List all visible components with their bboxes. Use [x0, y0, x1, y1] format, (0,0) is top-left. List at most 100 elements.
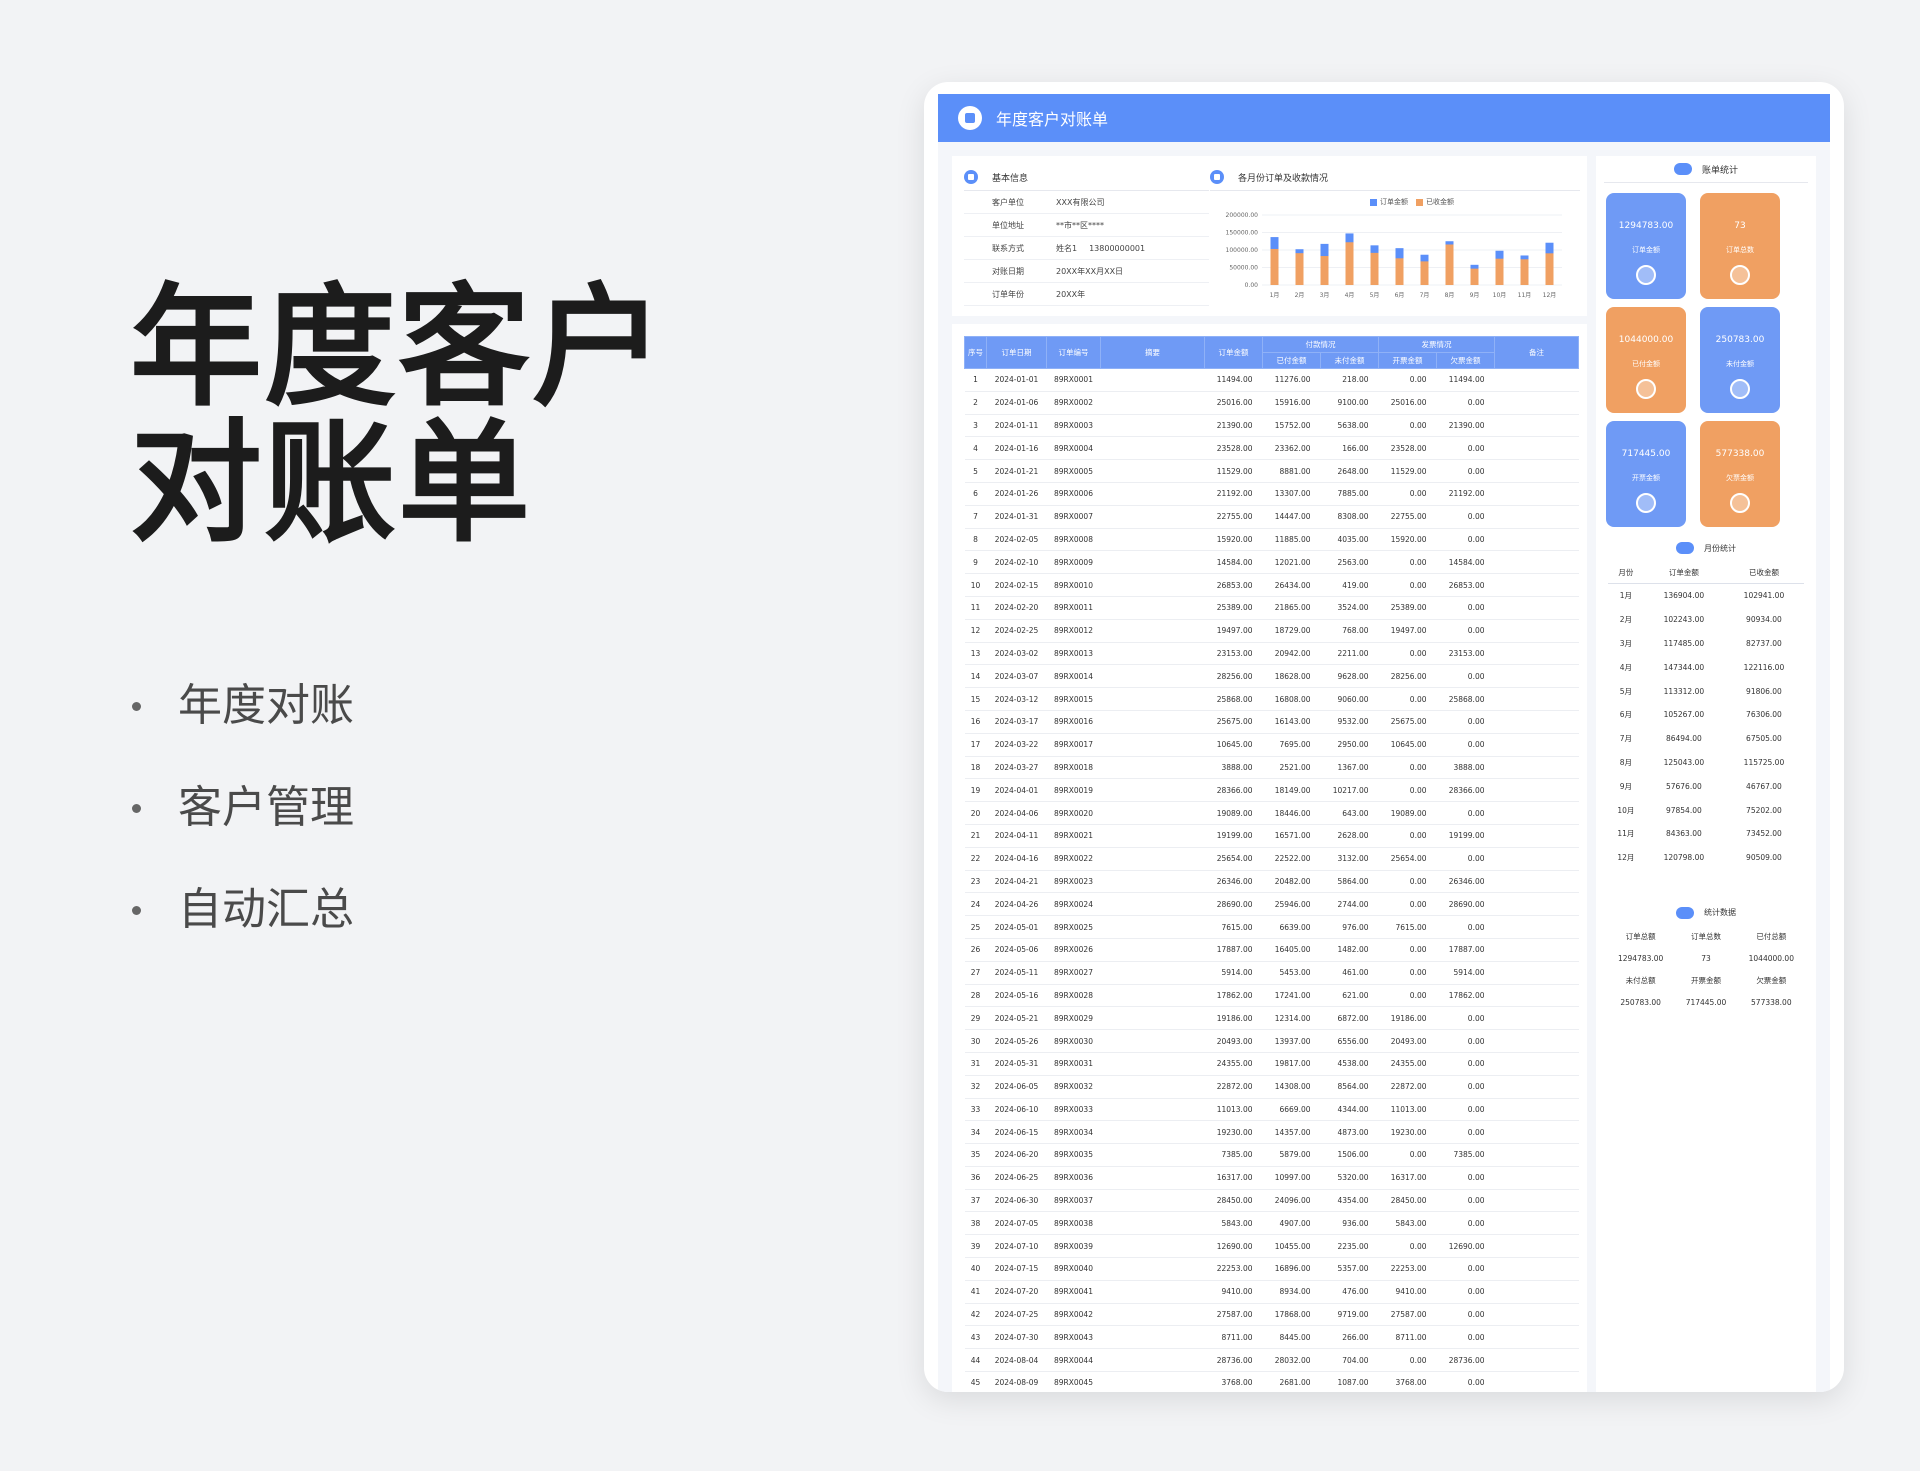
col-date: 订单日期	[986, 336, 1047, 369]
table-cell: 20942.00	[1262, 642, 1321, 666]
hero-title: 年度客户 对账单	[130, 280, 666, 552]
table-cell: 2024-06-20	[986, 1143, 1047, 1167]
table-cell: 4	[964, 436, 987, 461]
table-cell: 0.00	[1436, 801, 1495, 825]
table-cell: 28690.00	[1204, 892, 1263, 917]
table-cell: 89RX0042	[1046, 1303, 1101, 1327]
table-cell: 29	[964, 1006, 987, 1031]
table-cell: 28366.00	[1204, 778, 1263, 803]
table-cell	[1494, 642, 1579, 666]
monthly-cell: 125043.00	[1663, 757, 1705, 767]
table-cell	[1494, 550, 1579, 575]
table-cell: 5	[964, 459, 987, 483]
table-cell: 19186.00	[1204, 1006, 1263, 1031]
table-cell: 8881.00	[1262, 459, 1321, 483]
table-cell	[1100, 414, 1205, 438]
table-cell: 43	[964, 1325, 987, 1350]
table-row: 7 2024-01-31 89RX0007 22755.00 14447.00 8308.…	[964, 505, 1579, 529]
table-cell	[1494, 1166, 1579, 1190]
monthly-cell: 67505.00	[1746, 734, 1782, 744]
table-cell: 89RX0040	[1046, 1257, 1101, 1281]
table-cell: 25389.00	[1204, 596, 1263, 620]
table-cell: 976.00	[1320, 915, 1379, 939]
monthly-table: 月份 订单金额 已收金额 1月 136904.00 102941.00 2月 10224…	[1608, 561, 1804, 870]
table-cell: 24355.00	[1378, 1052, 1437, 1076]
chart-svg: 200000.00 150000.00 100000.00 50000.00 0.00 1…	[1226, 212, 1562, 299]
table-cell: 16	[964, 710, 987, 734]
table-cell: 2024-01-26	[986, 482, 1047, 506]
table-cell: 27587.00	[1378, 1303, 1437, 1327]
table-cell	[1100, 1234, 1205, 1259]
table-row: 26 2024-05-06 89RX0026 17887.00 16405.00 1482…	[964, 938, 1579, 962]
table-row: 35 2024-06-20 89RX0035 7385.00 5879.00 1506.0…	[964, 1143, 1579, 1167]
table-cell: 11013.00	[1204, 1098, 1263, 1122]
table-cell: 10455.00	[1262, 1234, 1321, 1259]
monthly-row: 6月 105267.00 76306.00	[1608, 703, 1804, 727]
table-cell: 2024-06-15	[986, 1120, 1047, 1145]
table-cell: 2211.00	[1320, 642, 1379, 666]
col-order-no: 订单编号	[1046, 336, 1101, 369]
x-tick-label: 4月	[1345, 292, 1355, 299]
info-row: 对账日期 20XX年XX月XX日	[964, 260, 1209, 283]
monthly-cell: 75202.00	[1746, 805, 1782, 815]
table-cell	[1494, 1325, 1579, 1350]
table-row: 16 2024-03-17 89RX0016 25675.00 16143.00 9532…	[964, 710, 1579, 734]
table-cell: 2024-04-06	[986, 801, 1047, 825]
table-cell	[1100, 1006, 1205, 1031]
table-cell: 28366.00	[1436, 778, 1495, 803]
table-row: 19 2024-04-01 89RX0019 28366.00 18149.00 1021…	[964, 778, 1579, 803]
table-cell	[1494, 710, 1579, 734]
table-cell: 0.00	[1378, 892, 1437, 917]
table-cell: 0.00	[1436, 596, 1495, 620]
table-cell: 0.00	[1436, 1098, 1495, 1122]
table-cell: 5864.00	[1320, 870, 1379, 894]
col-owed: 欠票金额	[1436, 352, 1495, 369]
stat-card: 1294783.00 订单金额	[1606, 193, 1686, 299]
table-row: 1 2024-01-01 89RX0001 11494.00 11276.00 218.0…	[964, 368, 1579, 392]
bar-received-amount	[1295, 253, 1304, 285]
table-cell: 768.00	[1320, 619, 1379, 643]
table-row: 21 2024-04-11 89RX0021 19199.00 16571.00 2628…	[964, 824, 1579, 848]
stat-card-value: 717445.00	[1621, 449, 1671, 459]
table-cell: 19497.00	[1204, 619, 1263, 643]
table-cell: 0.00	[1378, 1143, 1437, 1167]
table-cell: 23528.00	[1378, 436, 1437, 461]
table-row: 4 2024-01-16 89RX0004 23528.00 23362.00 166.0…	[964, 436, 1579, 461]
table-row: 39 2024-07-10 89RX0039 12690.00 10455.00 2235…	[964, 1234, 1579, 1259]
table-cell	[1100, 1348, 1205, 1373]
table-cell: 8308.00	[1320, 505, 1379, 529]
table-cell: 20482.00	[1262, 870, 1321, 894]
table-row: 43 2024-07-30 89RX0043 8711.00 8445.00 266.00…	[964, 1325, 1579, 1350]
y-tick-label: 200000.00	[1226, 212, 1259, 219]
stat-card: 250783.00 未付金额	[1700, 307, 1780, 413]
info-row: 订单年份 20XX年	[964, 283, 1209, 306]
table-cell: 21192.00	[1436, 482, 1495, 506]
stat-card-label: 未付金额	[1726, 360, 1754, 368]
table-cell: 2024-03-07	[986, 664, 1047, 689]
table-cell: 0.00	[1378, 550, 1437, 575]
table-cell: 2024-07-30	[986, 1325, 1047, 1350]
table-row: 24 2024-04-26 89RX0024 28690.00 25946.00 2744…	[964, 892, 1579, 917]
y-tick-label: 100000.00	[1226, 247, 1259, 254]
table-cell: 6	[964, 482, 987, 506]
table-cell: 2628.00	[1320, 824, 1379, 848]
monthly-cell: 90509.00	[1746, 853, 1782, 863]
bar-received-amount	[1370, 252, 1379, 285]
table-cell: 16571.00	[1262, 824, 1321, 848]
table-cell: 5320.00	[1320, 1166, 1379, 1190]
stats-cell: 欠票金额	[1756, 976, 1787, 986]
table-cell: 2024-06-25	[986, 1166, 1047, 1190]
table-cell: 89RX0019	[1046, 778, 1101, 803]
table-cell: 17887.00	[1436, 938, 1495, 962]
monthly-cell: 120798.00	[1663, 853, 1705, 863]
monthly-cell: 10月	[1617, 805, 1635, 815]
table-cell: 15	[964, 687, 987, 711]
table-cell: 0.00	[1378, 642, 1437, 666]
table-cell: 2681.00	[1262, 1371, 1321, 1392]
table-cell	[1100, 778, 1205, 803]
table-cell: 10997.00	[1262, 1166, 1321, 1190]
table-cell: 2024-04-01	[986, 778, 1047, 803]
table-cell: 19089.00	[1204, 801, 1263, 825]
table-cell: 44	[964, 1348, 987, 1373]
monthly-cell: 122116.00	[1743, 662, 1785, 672]
